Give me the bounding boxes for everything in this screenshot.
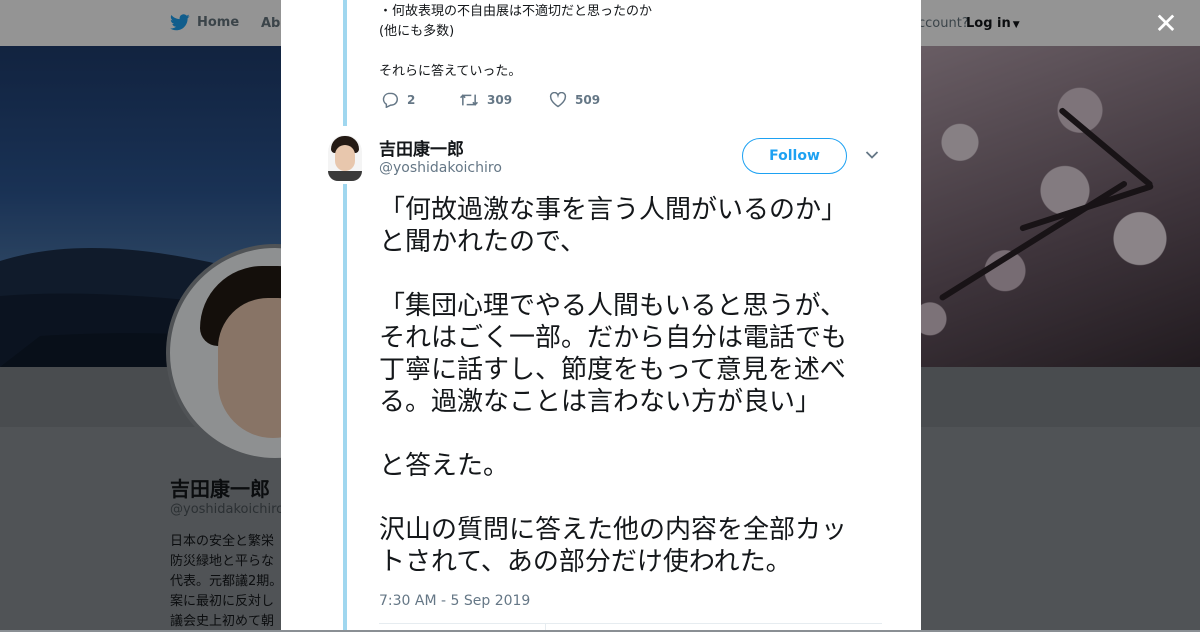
previous-tweet-line — [379, 42, 652, 62]
previous-tweet-line: それらに答えていった。 — [379, 64, 522, 79]
tweet-line: 「何故過激な事を言う人間がいるのか」 — [379, 195, 848, 225]
tweet-timestamp[interactable]: 7:30 AM - 5 Sep 2019 — [379, 593, 530, 609]
previous-tweet-actions: 2 309 509 — [381, 92, 600, 108]
previous-tweet-line: (他にも多数) — [379, 24, 455, 39]
previous-tweet-line: ・何故表現の不自由展は不適切だと思ったのか — [379, 4, 653, 19]
thread-connector-line — [343, 184, 347, 630]
tweet-line: 丁寧に話すし、節度をもって意見を述べ — [379, 355, 846, 385]
tweet-line: トされて、あの部分だけ使われた。 — [379, 547, 792, 577]
tweet-line: と聞かれたので、 — [379, 227, 586, 257]
tweet-line: る。過激なことは言わない方が良い」 — [379, 387, 822, 417]
tweet-body: 「何故過激な事を言う人間がいるのか」 と聞かれたので、 「集団心理でやる人間もい… — [379, 194, 889, 578]
tweet-line — [379, 482, 889, 514]
divider — [379, 623, 882, 624]
like-icon — [549, 92, 567, 108]
retweet-count: 309 — [487, 93, 513, 107]
tweet-line: 「集団心理でやる人間もいると思うが、 — [379, 291, 846, 321]
tweet-line — [379, 418, 889, 450]
reply-count: 2 — [407, 93, 416, 107]
tweet-line: 沢山の質問に答えた他の内容を全部カッ — [379, 515, 848, 545]
like-button[interactable]: 509 — [549, 92, 600, 108]
reply-button[interactable]: 2 — [381, 92, 459, 108]
retweet-icon — [459, 94, 479, 106]
close-icon[interactable]: ✕ — [1150, 8, 1182, 40]
tweet-permalink-modal: ・何故表現の不自由展は不適切だと思ったのか (他にも多数) それらに答えていった… — [281, 0, 921, 630]
previous-tweet-text: ・何故表現の不自由展は不適切だと思ったのか (他にも多数) それらに答えていった… — [379, 2, 652, 82]
chevron-down-icon[interactable] — [865, 150, 879, 160]
retweet-button[interactable]: 309 — [459, 92, 549, 108]
author-avatar[interactable] — [328, 135, 362, 181]
tweet-line: と答えた。 — [379, 451, 510, 481]
author-handle[interactable]: @yoshidakoichiro — [379, 160, 502, 176]
author-name[interactable]: 吉田康一郎 — [379, 135, 464, 160]
reply-icon — [382, 92, 398, 108]
divider — [545, 623, 546, 630]
like-count: 509 — [575, 93, 601, 107]
tweet-line — [379, 258, 889, 290]
thread-connector-line — [343, 0, 347, 126]
tweet-line: それはごく一部。だから自分は電話でも — [379, 323, 848, 353]
follow-button[interactable]: Follow — [742, 138, 847, 174]
